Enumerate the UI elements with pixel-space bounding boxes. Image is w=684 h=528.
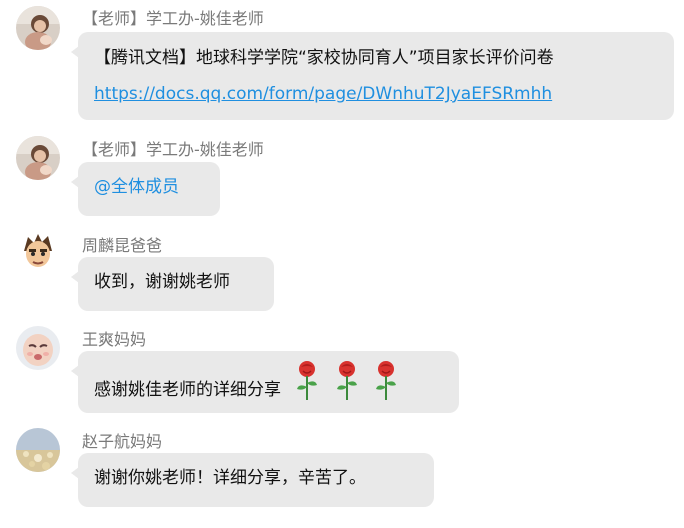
message-text: 收到，谢谢姚老师 [94, 272, 230, 292]
mention-all[interactable]: @全体成员 [94, 177, 179, 197]
avatar[interactable] [16, 428, 60, 472]
rose-icon [373, 359, 399, 421]
message-text: 【腾讯文档】地球科学学院“家校协同育人”项目家长评价问卷 [94, 48, 554, 68]
avatar[interactable] [16, 6, 60, 50]
rose-icon [334, 359, 360, 421]
sender-name: 王爽妈妈 [82, 330, 147, 349]
avatar[interactable] [16, 136, 60, 180]
message-text: 感谢姚佳老师的详细分享 [94, 380, 281, 400]
sender-name: 【老师】学工办-姚佳老师 [82, 140, 264, 159]
message-bubble[interactable]: 谢谢你姚老师！详细分享，辛苦了。 [71, 453, 434, 507]
message-bubble[interactable]: @全体成员 [71, 162, 220, 216]
avatar[interactable] [16, 229, 60, 273]
message-bubble[interactable]: 感谢姚佳老师的详细分享 [71, 351, 459, 413]
avatar[interactable] [16, 326, 60, 370]
sender-name: 周麟昆爸爸 [82, 236, 163, 255]
sender-name: 赵子航妈妈 [82, 432, 163, 451]
form-link[interactable]: https://docs.qq.com/form/page/DWnhuT2Jya… [94, 76, 658, 112]
message-bubble[interactable]: 收到，谢谢姚老师 [71, 257, 274, 311]
message-bubble[interactable]: 【腾讯文档】地球科学学院“家校协同育人”项目家长评价问卷 https://doc… [71, 32, 674, 120]
rose-icon [294, 359, 320, 421]
message-text: 谢谢你姚老师！详细分享，辛苦了。 [94, 468, 366, 488]
sender-name: 【老师】学工办-姚佳老师 [82, 9, 264, 28]
